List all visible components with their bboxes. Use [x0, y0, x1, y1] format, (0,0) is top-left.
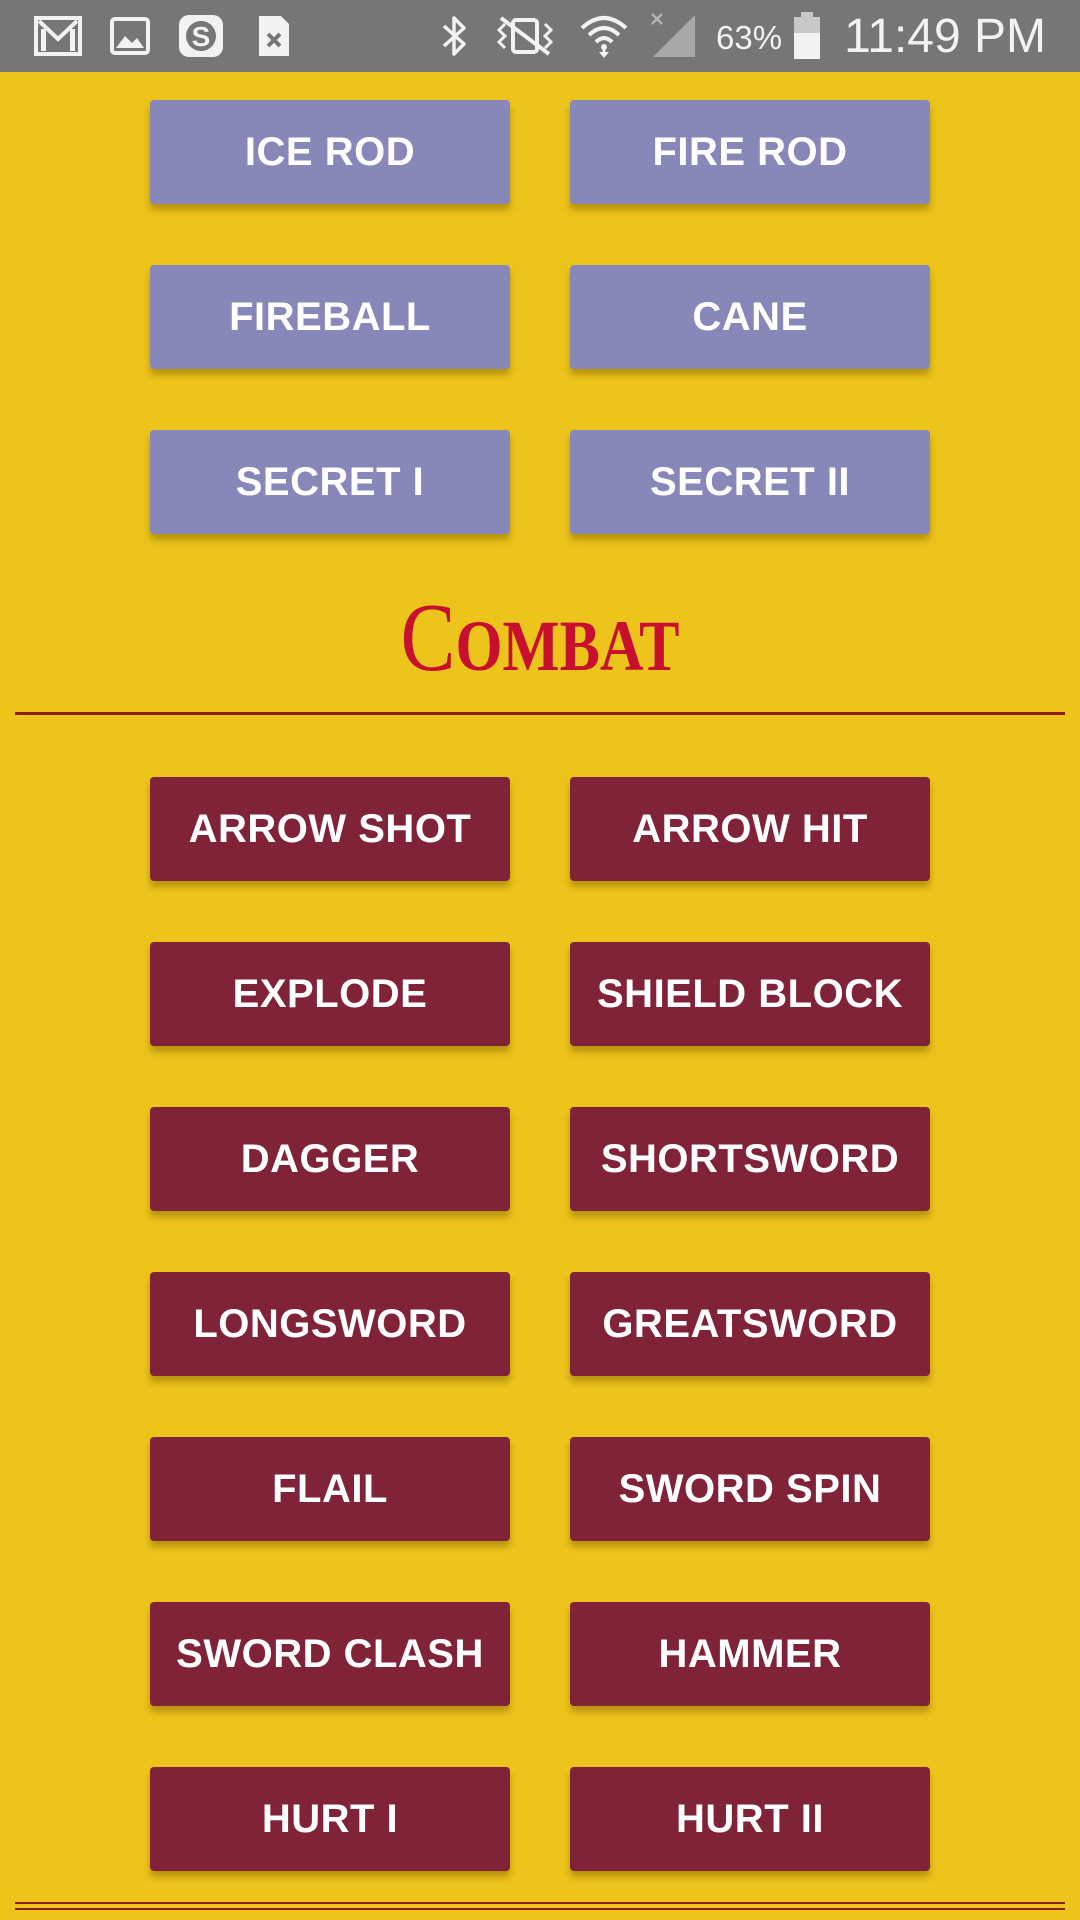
gallery-icon [108, 12, 152, 60]
sword-clash-button[interactable]: SWORD CLASH [150, 1602, 510, 1706]
secret-1-button[interactable]: SECRET I [150, 430, 510, 534]
file-icon [256, 12, 292, 60]
arrow-shot-button[interactable]: ARROW SHOT [150, 777, 510, 881]
bluetooth-icon [438, 12, 472, 60]
sword-spin-button[interactable]: SWORD SPIN [570, 1437, 930, 1541]
shield-block-button[interactable]: SHIELD BLOCK [570, 942, 930, 1046]
battery-percent: 63% [716, 19, 783, 56]
battery-icon [790, 12, 824, 60]
combat-title-initial: C [400, 584, 456, 692]
secret-2-button[interactable]: SECRET II [570, 430, 930, 534]
combat-section-title: COMBAT [86, 588, 993, 688]
dagger-button[interactable]: DAGGER [150, 1107, 510, 1211]
money-icon: S [176, 12, 226, 60]
flail-button[interactable]: FLAIL [150, 1437, 510, 1541]
cellular-signal-icon [648, 12, 700, 60]
wifi-icon [578, 12, 630, 60]
explode-button[interactable]: EXPLODE [150, 942, 510, 1046]
arrow-hit-button[interactable]: ARROW HIT [570, 777, 930, 881]
bottom-divider [15, 1902, 1065, 1910]
section-divider [15, 712, 1065, 715]
vibrate-mute-icon [490, 12, 560, 60]
greatsword-button[interactable]: GREATSWORD [570, 1272, 930, 1376]
fire-rod-button[interactable]: FIRE ROD [570, 100, 930, 204]
hammer-button[interactable]: HAMMER [570, 1602, 930, 1706]
fireball-button[interactable]: FIREBALL [150, 265, 510, 369]
status-bar: S 63% 11:49 PM [0, 0, 1080, 72]
shortsword-button[interactable]: SHORTSWORD [570, 1107, 930, 1211]
cane-button[interactable]: CANE [570, 265, 930, 369]
longsword-button[interactable]: LONGSWORD [150, 1272, 510, 1376]
ice-rod-button[interactable]: ICE ROD [150, 100, 510, 204]
gmail-icon [32, 12, 84, 60]
combat-title-rest: OMBAT [455, 606, 680, 686]
status-time: 11:49 PM [844, 10, 1046, 63]
svg-text:S: S [192, 21, 211, 52]
hurt-2-button[interactable]: HURT II [570, 1767, 930, 1871]
hurt-1-button[interactable]: HURT I [150, 1767, 510, 1871]
